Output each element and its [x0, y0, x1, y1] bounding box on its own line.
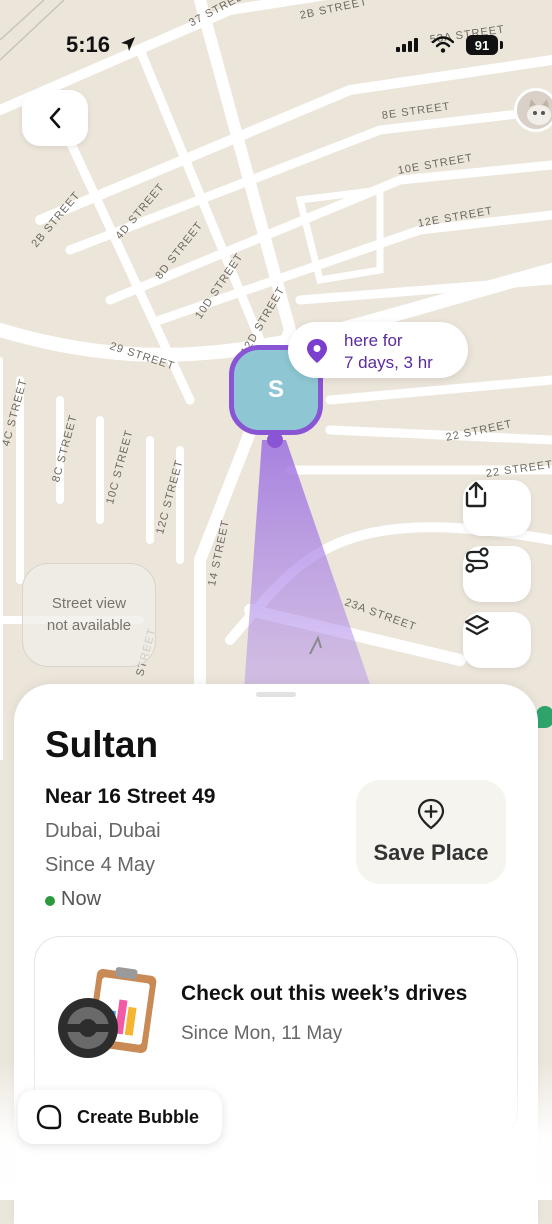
street-view-text: not available	[46, 617, 132, 634]
street-view-text: Street view	[51, 595, 127, 613]
share-button[interactable]	[463, 480, 531, 536]
drives-illustration	[58, 967, 157, 1058]
online-status-dot	[45, 896, 55, 906]
duration-label: here for	[344, 331, 403, 350]
battery-level: 91	[466, 35, 498, 55]
place-address: Near 16 Street 49	[45, 785, 216, 808]
map-layers-button[interactable]	[463, 612, 531, 668]
duration-pill: here for 7 days, 3 hr	[288, 322, 468, 378]
cat-photo	[517, 91, 552, 129]
duration-value: 7 days, 3 hr	[344, 353, 433, 372]
heading-beam	[244, 440, 372, 690]
layers-icon	[464, 614, 490, 636]
bubble-icon	[36, 1104, 62, 1130]
place-city: Dubai, Dubai	[45, 820, 161, 842]
marker-initial: S	[267, 376, 284, 403]
battery-tip	[500, 41, 503, 49]
create-bubble-label: Create Bubble	[77, 1107, 200, 1127]
wifi-icon	[432, 36, 454, 53]
location-pin-icon	[307, 339, 327, 363]
back-button[interactable]	[22, 90, 88, 146]
add-location-icon	[417, 798, 445, 830]
drives-title: Check out this week’s drives	[181, 982, 468, 1005]
cellular-signal-icon	[396, 38, 418, 52]
member-avatar[interactable]	[514, 88, 552, 132]
create-bubble-button[interactable]: Create Bubble	[18, 1090, 222, 1144]
sheet-handle[interactable]	[256, 692, 296, 697]
route-button[interactable]	[463, 546, 531, 602]
marker-location-dot	[267, 432, 283, 448]
status-time: 5:16	[66, 32, 111, 57]
route-icon	[465, 547, 489, 573]
map-poi-icon	[536, 706, 552, 728]
save-place-label: Save Place	[373, 840, 489, 865]
save-place-button[interactable]: Save Place	[356, 780, 506, 884]
member-name: Sultan	[45, 724, 159, 765]
chevron-left-icon	[49, 107, 61, 129]
place-since: Since 4 May	[45, 854, 156, 876]
share-icon	[465, 481, 487, 508]
drives-subtitle: Since Mon, 11 May	[181, 1023, 343, 1044]
presence-status: Now	[61, 888, 102, 910]
location-arrow-icon	[121, 37, 135, 51]
street-view-unavailable: Street view not available	[22, 563, 156, 667]
